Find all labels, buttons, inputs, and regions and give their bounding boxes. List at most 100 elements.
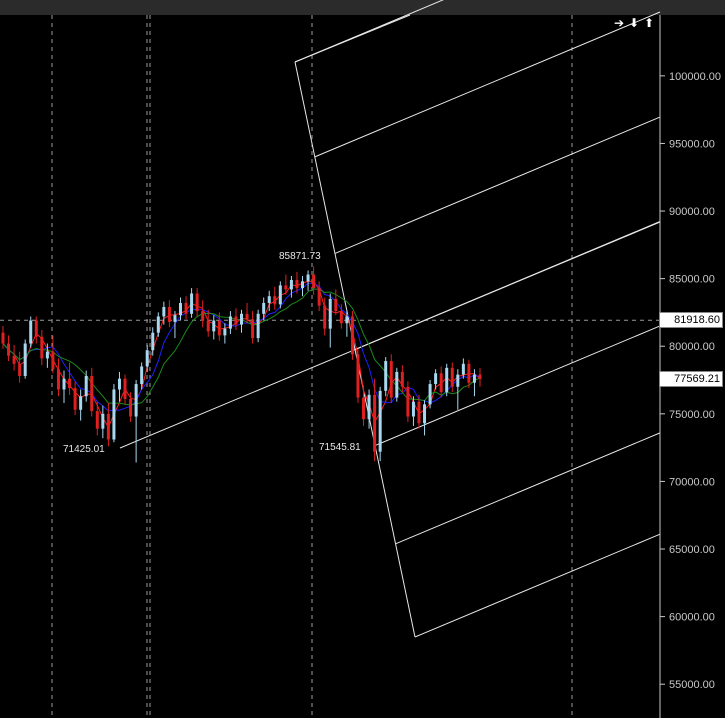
candle-down (295, 279, 299, 289)
candle-down (1, 332, 5, 344)
candle-up (423, 404, 427, 424)
y-tick-label: 95000.00 (669, 138, 715, 150)
y-tick-label: 100000.00 (669, 71, 721, 83)
channel-line (374, 325, 661, 446)
candlestick-series (1, 266, 482, 463)
y-tick-label: 55000.00 (669, 679, 715, 691)
candle-up (140, 366, 144, 385)
candle-down (195, 293, 199, 312)
candle-up (267, 296, 271, 303)
candle-down (129, 398, 133, 417)
candle-down (317, 288, 321, 306)
candle-up (162, 307, 166, 317)
candle-up (29, 320, 33, 344)
y-tick-label: 65000.00 (669, 544, 715, 556)
candle-down (362, 397, 366, 420)
candle-up (262, 302, 266, 314)
candle-up (101, 413, 105, 429)
candle-up (306, 274, 310, 282)
candle-down (184, 302, 188, 314)
candle-down (356, 354, 360, 398)
andrews-pitchfork-channel[interactable] (119, 0, 661, 638)
channel-line (395, 432, 661, 545)
right-arrow-icon[interactable]: ➔ (612, 16, 626, 30)
candle-down (201, 311, 205, 321)
price-annotation: 71545.81 (319, 442, 361, 453)
candle-up (212, 320, 216, 332)
last-price-label: 77569.21 (659, 371, 723, 388)
candle-down (439, 373, 443, 393)
down-arrow-icon[interactable]: ⬇ (627, 16, 641, 30)
candle-up (223, 328, 227, 336)
price-axis: 100000.00 95000.00 90000.00 85000.00 80000.0… (659, 15, 721, 718)
candle-down (34, 320, 38, 337)
candle-up (256, 313, 260, 339)
candle-up (156, 316, 160, 333)
channel-line (294, 14, 411, 63)
candle-down (217, 320, 221, 336)
candle-down (339, 311, 343, 324)
price-chart[interactable]: 100000.00 95000.00 90000.00 85000.00 80000.0… (0, 0, 725, 718)
candle-down (450, 367, 454, 387)
candle-up (278, 285, 282, 305)
candle-up (45, 351, 49, 359)
candle-down (406, 386, 410, 417)
candle-up (328, 298, 332, 329)
candle-up (378, 390, 382, 452)
candle-up (145, 350, 149, 367)
candle-down (18, 363, 22, 376)
candle-up (289, 279, 293, 290)
candle-down (417, 401, 421, 424)
candle-up (117, 378, 121, 390)
candle-up (79, 396, 83, 410)
candle-down (12, 355, 16, 364)
candle-down (400, 371, 404, 387)
candle-up (411, 401, 415, 417)
candle-up (173, 315, 177, 322)
price-annotation: 71425.01 (63, 444, 105, 455)
candle-down (350, 316, 354, 355)
channel-line (334, 116, 661, 254)
price-annotation: 85871.73 (279, 251, 321, 262)
candle-up (84, 375, 88, 397)
candle-down (56, 369, 60, 390)
candle-down (373, 394, 377, 452)
candle-down (167, 307, 171, 322)
channel-line (414, 533, 661, 638)
candle-down (123, 378, 127, 399)
candle-down (206, 320, 210, 332)
candle-up (134, 384, 138, 417)
candle-up (384, 361, 388, 391)
y-tick-label: 80000.00 (669, 341, 715, 353)
candle-up (112, 389, 116, 440)
y-tick-label: 90000.00 (669, 206, 715, 218)
candle-down (251, 319, 255, 339)
candle-down (467, 363, 471, 383)
candle-down (51, 351, 55, 370)
candle-down (234, 316, 238, 325)
candle-up (395, 371, 399, 398)
candle-down (284, 285, 288, 290)
candle-up (445, 367, 449, 393)
candle-up (301, 281, 305, 289)
candle-down (73, 388, 77, 410)
channel-line (294, 0, 445, 63)
candle-up (428, 384, 432, 405)
candle-up (434, 373, 438, 385)
candle-down (68, 378, 72, 389)
candle-up (228, 316, 232, 329)
crosshair-price-label: 81918.60 (659, 312, 723, 329)
candle-up (240, 313, 243, 325)
candle-up (178, 302, 182, 316)
candle-down (7, 343, 11, 356)
candle-down (40, 336, 44, 359)
candle-up (345, 316, 349, 324)
candle-down (334, 298, 338, 312)
chart-grid (0, 15, 660, 718)
candle-down (312, 274, 316, 289)
up-arrow-icon[interactable]: ⬆ (642, 16, 656, 30)
candle-up (23, 343, 27, 376)
candle-down (106, 413, 110, 440)
channel-line (314, 11, 661, 158)
y-tick-label: 85000.00 (669, 274, 715, 286)
